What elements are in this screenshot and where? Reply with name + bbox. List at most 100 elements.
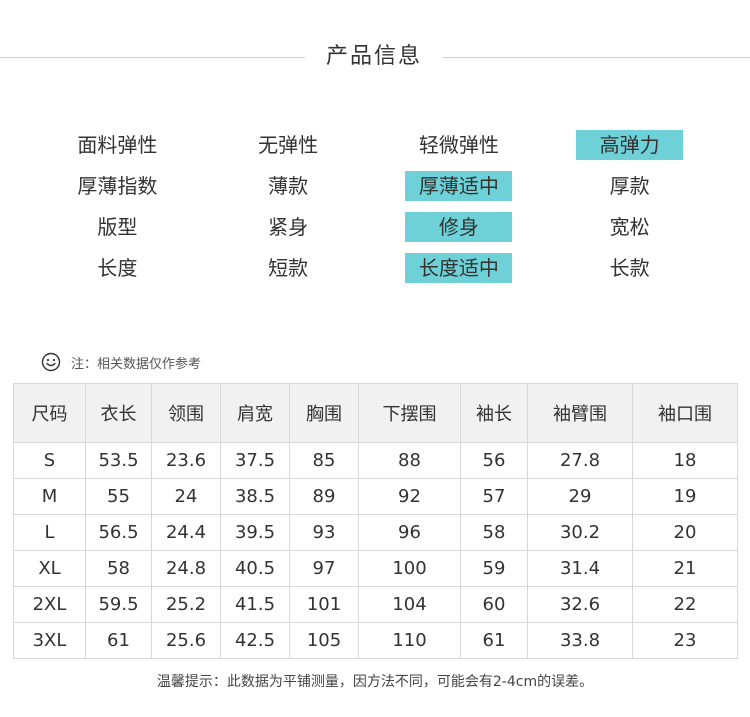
- table-cell: 22: [632, 586, 738, 623]
- size-label-cell: S: [13, 442, 86, 479]
- table-cell: 31.4: [527, 550, 633, 587]
- table-cell: 97: [289, 550, 359, 587]
- table-cell: 19: [632, 478, 738, 515]
- table-row: 3XL 61 25.6 42.5 105 110 61 33.8 23: [13, 622, 738, 659]
- table-cell: 20: [632, 514, 738, 551]
- table-cell: 88: [358, 442, 461, 479]
- table-row: 2XL 59.5 25.2 41.5 101 104 60 32.6 22: [13, 586, 738, 623]
- size-label-cell: L: [13, 514, 86, 551]
- column-header: 下摆围: [358, 383, 461, 443]
- attribute-option: 宽松: [609, 215, 650, 239]
- note: 注：相关数据仅作参考: [41, 351, 201, 373]
- size-table: 尺码 衣长 领围 肩宽 胸围 下摆围 袖长 袖臂围 袖口围 S 53.5 23.6 37.5 85 88 5…: [13, 383, 738, 659]
- attribute-option: 厚款: [609, 174, 650, 198]
- table-cell: 23: [632, 622, 738, 659]
- table-cell: 42.5: [220, 622, 290, 659]
- table-header-row: 尺码 衣长 领围 肩宽 胸围 下摆围 袖长 袖臂围 袖口围: [13, 383, 738, 443]
- table-cell: 39.5: [220, 514, 290, 551]
- table-row: M 55 24 38.5 89 92 57 29 19: [13, 478, 738, 515]
- table-cell: 58: [460, 514, 528, 551]
- table-cell: 24.8: [151, 550, 221, 587]
- table-cell: 25.2: [151, 586, 221, 623]
- column-header: 袖臂围: [527, 383, 633, 443]
- table-cell: 40.5: [220, 550, 290, 587]
- table-cell: 27.8: [527, 442, 633, 479]
- attribute-cell: 长度: [32, 253, 203, 283]
- attribute-cell: 厚薄适中: [374, 171, 545, 201]
- table-cell: 57: [460, 478, 528, 515]
- header-divider-right: [443, 57, 750, 58]
- table-cell: 23.6: [151, 442, 221, 479]
- attribute-cell: 长度适中: [374, 253, 545, 283]
- table-cell: 56.5: [85, 514, 152, 551]
- footer-tip: 温馨提示：此数据为平铺测量，因方法不同，可能会有2-4cm的误差。: [156, 674, 594, 690]
- smiley-icon: [41, 352, 61, 372]
- attribute-cell: 长款: [544, 253, 715, 283]
- table-cell: 30.2: [527, 514, 633, 551]
- attribute-cell: 高弹力: [544, 130, 715, 160]
- attribute-option: 长款: [609, 256, 650, 280]
- attribute-cell: 薄款: [203, 171, 374, 201]
- attribute-cell: 厚薄指数: [32, 171, 203, 201]
- table-cell: 38.5: [220, 478, 290, 515]
- table-cell: 89: [289, 478, 359, 515]
- table-cell: 96: [358, 514, 461, 551]
- attribute-option-selected: 高弹力: [576, 130, 684, 160]
- attribute-cell: 宽松: [544, 212, 715, 242]
- attribute-grid: 面料弹性 无弹性 轻微弹性 高弹力 厚薄指数 薄款 厚薄适中 厚款 版型 紧身 修身 宽松 长度 短款 长度…: [32, 130, 715, 294]
- table-cell: 101: [289, 586, 359, 623]
- table-row: S 53.5 23.6 37.5 85 88 56 27.8 18: [13, 442, 738, 479]
- table-cell: 61: [460, 622, 528, 659]
- table-cell: 25.6: [151, 622, 221, 659]
- attribute-cell: 面料弹性: [32, 130, 203, 160]
- table-row: XL 58 24.8 40.5 97 100 59 31.4 21: [13, 550, 738, 587]
- column-header: 衣长: [85, 383, 152, 443]
- attribute-option-selected: 长度适中: [405, 253, 513, 283]
- table-cell: 24.4: [151, 514, 221, 551]
- attribute-cell: 无弹性: [203, 130, 374, 160]
- column-header: 领围: [151, 383, 221, 443]
- table-cell: 105: [289, 622, 359, 659]
- attribute-option: 短款: [268, 256, 309, 280]
- table-cell: 29: [527, 478, 633, 515]
- attribute-option: 轻微弹性: [418, 133, 499, 157]
- size-label-cell: XL: [13, 550, 86, 587]
- header-divider-left: [0, 57, 305, 58]
- attribute-option-selected: 厚薄适中: [405, 171, 513, 201]
- attribute-label: 厚薄指数: [77, 174, 158, 198]
- section-header: 产品信息: [0, 40, 750, 74]
- table-cell: 24: [151, 478, 221, 515]
- table-row: L 56.5 24.4 39.5 93 96 58 30.2 20: [13, 514, 738, 551]
- table-cell: 33.8: [527, 622, 633, 659]
- size-label-cell: 3XL: [13, 622, 86, 659]
- table-cell: 56: [460, 442, 528, 479]
- table-cell: 59.5: [85, 586, 152, 623]
- table-cell: 61: [85, 622, 152, 659]
- attribute-cell: 紧身: [203, 212, 374, 242]
- column-header: 袖长: [460, 383, 528, 443]
- attribute-row: 长度 短款 长度适中 长款: [32, 253, 715, 283]
- attribute-cell: 轻微弹性: [374, 130, 545, 160]
- attribute-row: 版型 紧身 修身 宽松: [32, 212, 715, 242]
- table-cell: 60: [460, 586, 528, 623]
- size-label-cell: 2XL: [13, 586, 86, 623]
- table-cell: 104: [358, 586, 461, 623]
- table-cell: 93: [289, 514, 359, 551]
- page-title: 产品信息: [325, 44, 422, 69]
- attribute-option: 无弹性: [258, 133, 319, 157]
- column-header: 肩宽: [220, 383, 290, 443]
- table-cell: 92: [358, 478, 461, 515]
- attribute-option-selected: 修身: [405, 212, 513, 242]
- column-header: 尺码: [13, 383, 86, 443]
- attribute-cell: 版型: [32, 212, 203, 242]
- table-cell: 85: [289, 442, 359, 479]
- attribute-label: 长度: [97, 256, 138, 280]
- attribute-cell: 厚款: [544, 171, 715, 201]
- column-header: 胸围: [289, 383, 359, 443]
- size-label-cell: M: [13, 478, 86, 515]
- attribute-label: 面料弹性: [77, 133, 158, 157]
- table-cell: 110: [358, 622, 461, 659]
- note-text: 注：相关数据仅作参考: [71, 356, 202, 372]
- table-cell: 100: [358, 550, 461, 587]
- table-cell: 21: [632, 550, 738, 587]
